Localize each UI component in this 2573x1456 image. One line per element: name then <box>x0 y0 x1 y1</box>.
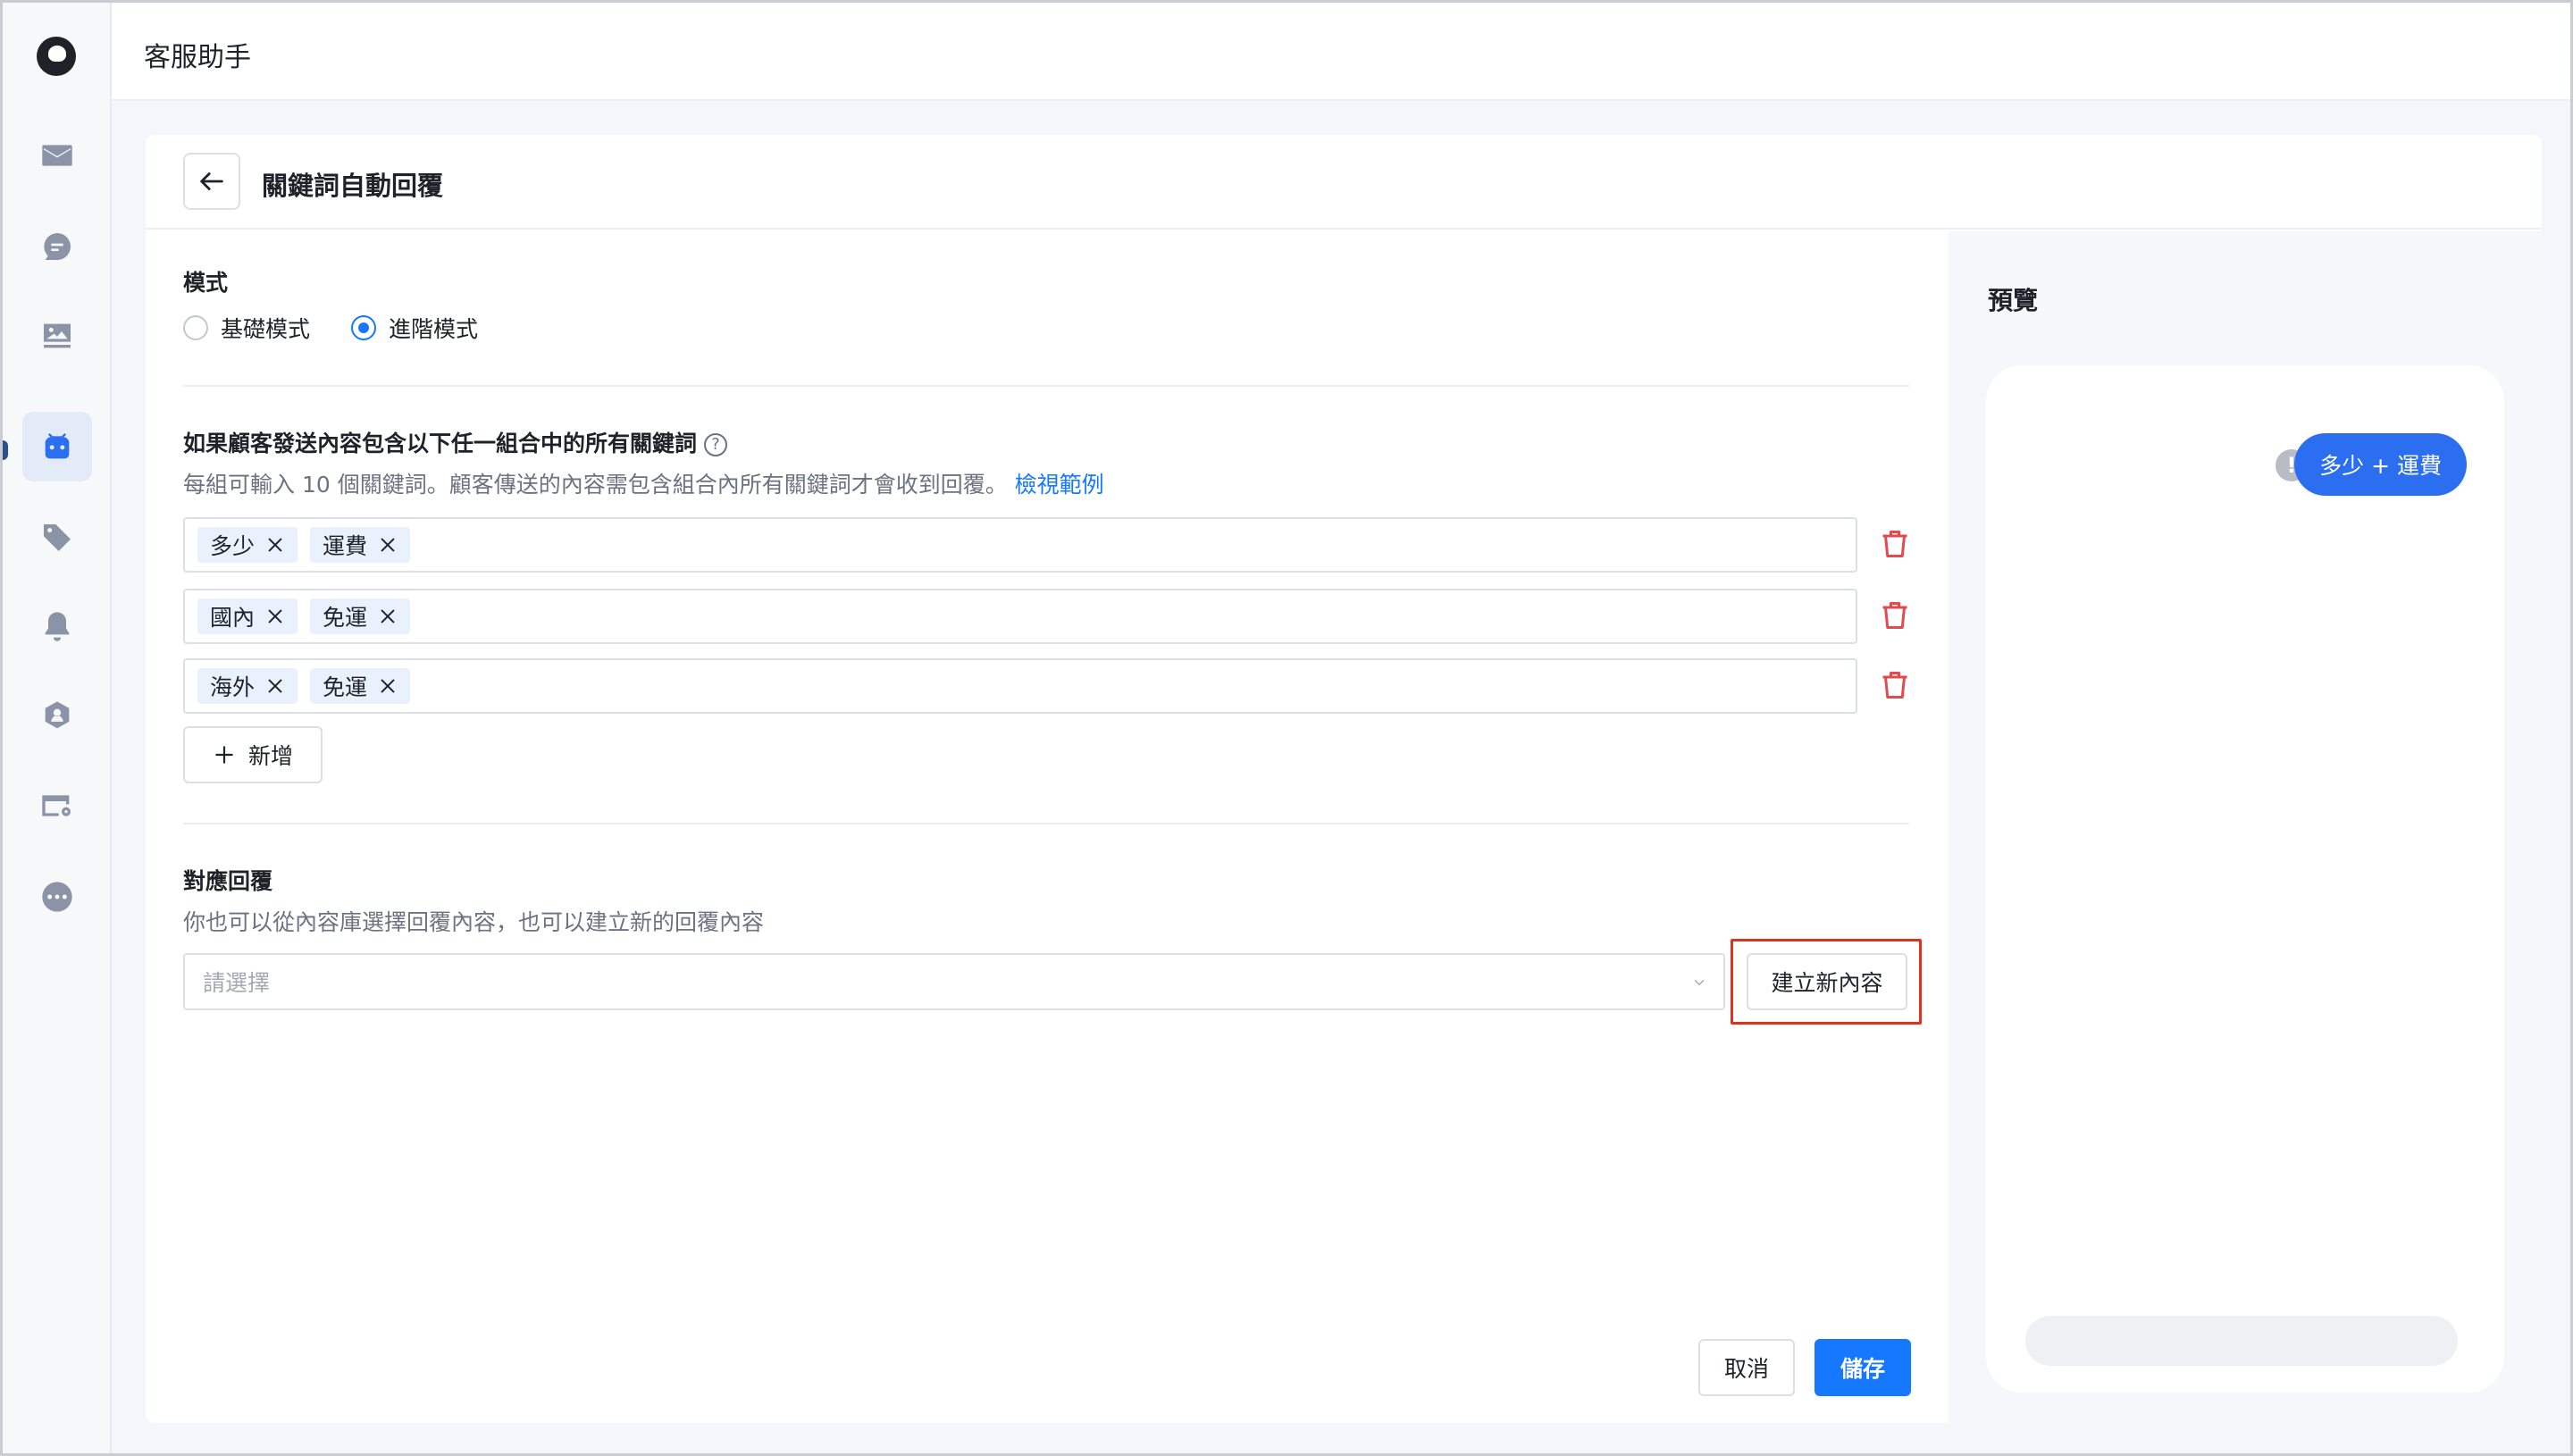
view-example-link[interactable]: 檢視範例 <box>1015 472 1104 498</box>
sidebar-item-card-settings[interactable] <box>22 771 92 841</box>
sidebar-item-inbox[interactable] <box>22 121 92 190</box>
sidebar-item-media[interactable] <box>22 301 92 371</box>
mode-basic-radio[interactable]: 基礎模式 <box>183 312 310 344</box>
more-icon <box>42 882 72 912</box>
keyword-tag: 免運 <box>310 598 411 634</box>
keyword-group-row[interactable]: 多少 運費 <box>183 517 1857 573</box>
close-icon[interactable] <box>265 535 285 555</box>
plus-icon <box>215 746 233 764</box>
keyword-tag-label: 國內 <box>210 605 256 631</box>
sidebar-item-tags[interactable] <box>22 503 92 573</box>
preview-title: 預覽 <box>1988 286 2039 315</box>
keyword-tag: 免運 <box>310 668 411 704</box>
chat-input-bar <box>2025 1316 2458 1366</box>
card-header: 關鍵詞自動回覆 <box>146 135 2542 230</box>
back-button[interactable] <box>183 153 240 210</box>
top-bar: 客服助手 <box>112 3 2570 101</box>
divider <box>183 823 1909 824</box>
keyword-group-row[interactable]: 國內 免運 <box>183 589 1857 644</box>
reply-hint: 你也可以從內容庫選擇回覆內容，也可以建立新的回覆內容 <box>183 909 765 935</box>
trash-icon[interactable] <box>1879 667 1911 703</box>
keyword-tag: 多少 <box>197 527 298 563</box>
app-window: 客服助手 關鍵詞自動回覆 模式 基礎模式 進階模式 如果顧客發送內容包含以下任一… <box>0 0 2573 1456</box>
radio-dot <box>351 315 377 340</box>
keyword-tag-label: 免運 <box>323 674 368 700</box>
keywords-label-text: 如果顧客發送內容包含以下任一組合中的所有關鍵詞 <box>183 431 698 456</box>
trash-icon[interactable] <box>1879 598 1911 633</box>
sidebar-item-chat[interactable] <box>22 212 92 281</box>
help-icon[interactable]: ? <box>704 433 728 456</box>
divider <box>183 385 1909 387</box>
reply-label: 對應回覆 <box>183 868 273 894</box>
mode-label: 模式 <box>183 270 229 296</box>
phone-mockup: ! 多少 + 運費 <box>1986 365 2504 1393</box>
page-title: 關鍵詞自動回覆 <box>262 171 444 201</box>
preview-panel: 預覽 ! 多少 + 運費 <box>1949 231 2542 1423</box>
bell-icon <box>45 612 70 641</box>
save-button[interactable]: 儲存 <box>1815 1339 1911 1396</box>
app-title: 客服助手 <box>144 42 251 73</box>
sidebar-item-more[interactable] <box>22 862 92 932</box>
keyword-tag-label: 免運 <box>323 605 368 631</box>
sidebar <box>3 3 112 1453</box>
app-logo-icon[interactable] <box>37 37 76 76</box>
keyword-tag: 海外 <box>197 668 298 704</box>
sidebar-item-members[interactable] <box>22 682 92 751</box>
keywords-hint-text: 每組可輸入 10 個關鍵詞。顧客傳送的內容需包含組合內所有關鍵詞才會收到回覆。 <box>183 472 1008 498</box>
radio-dot <box>183 315 208 340</box>
chevron-down-icon <box>1694 980 1705 986</box>
cancel-button[interactable]: 取消 <box>1698 1339 1795 1396</box>
keyword-tag-label: 多少 <box>210 533 256 559</box>
card-settings-icon <box>42 795 71 816</box>
reply-content-select[interactable]: 請選擇 <box>183 953 1725 1010</box>
keywords-label: 如果顧客發送內容包含以下任一組合中的所有關鍵詞? <box>183 426 728 458</box>
add-keyword-group-button[interactable]: 新增 <box>183 726 323 783</box>
chat-icon <box>44 233 71 260</box>
robot-icon <box>45 433 70 459</box>
main-card: 關鍵詞自動回覆 模式 基礎模式 進階模式 如果顧客發送內容包含以下任一組合中的所… <box>146 135 2542 1423</box>
close-icon[interactable] <box>378 676 398 696</box>
keyword-tag-label: 運費 <box>323 533 368 559</box>
mode-advanced-radio[interactable]: 進階模式 <box>351 312 478 344</box>
close-icon[interactable] <box>378 535 398 555</box>
keyword-tag-label: 海外 <box>210 674 256 700</box>
image-icon <box>44 323 71 348</box>
keyword-tag: 運費 <box>310 527 411 563</box>
user-shield-icon <box>45 701 70 729</box>
select-placeholder: 請選擇 <box>203 970 271 996</box>
keyword-tag: 國內 <box>197 598 298 634</box>
keywords-hint: 每組可輸入 10 個關鍵詞。顧客傳送的內容需包含組合內所有關鍵詞才會收到回覆。 … <box>183 467 1104 499</box>
mode-basic-label: 基礎模式 <box>221 316 311 342</box>
close-icon[interactable] <box>265 607 285 626</box>
message-bubble: 多少 + 運費 <box>2294 433 2467 496</box>
sidebar-item-notifications[interactable] <box>22 592 92 662</box>
mode-radio-group: 基礎模式 進階模式 <box>183 312 478 344</box>
mail-icon <box>42 145 72 166</box>
close-icon[interactable] <box>378 607 398 626</box>
mode-advanced-label: 進階模式 <box>389 316 479 342</box>
active-indicator <box>3 440 8 460</box>
close-icon[interactable] <box>265 676 285 696</box>
tag-icon <box>44 524 71 551</box>
arrow-left-icon <box>200 172 223 190</box>
create-new-content-button[interactable]: 建立新內容 <box>1747 953 1907 1010</box>
keyword-group-row[interactable]: 海外 免運 <box>183 658 1857 714</box>
add-label: 新增 <box>247 743 293 769</box>
trash-icon[interactable] <box>1879 526 1911 562</box>
sidebar-item-autoreply[interactable] <box>22 412 92 481</box>
